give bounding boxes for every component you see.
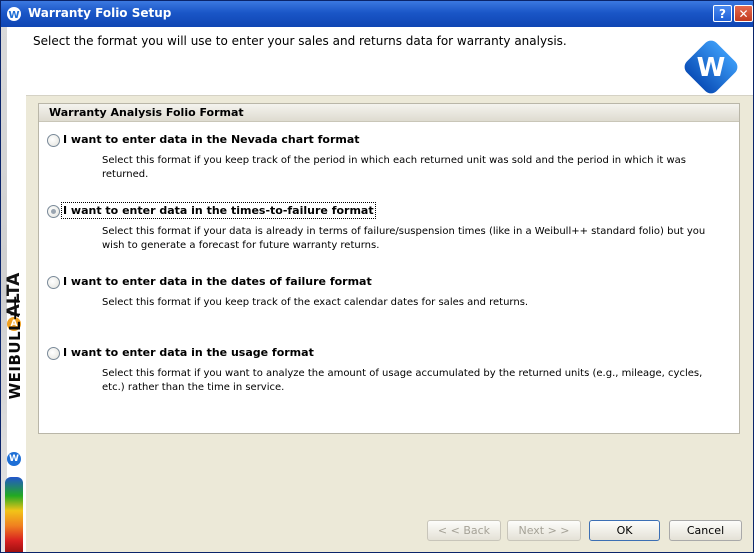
option-label[interactable]: I want to enter data in the times-to-fai… xyxy=(61,202,376,219)
ok-button[interactable]: OK xyxy=(589,520,660,541)
title-bar[interactable]: W Warranty Folio Setup ? ✕ xyxy=(1,1,753,27)
radio-usage[interactable] xyxy=(47,347,60,360)
app-icon: W xyxy=(7,7,21,21)
option-label[interactable]: I want to enter data in the Nevada chart… xyxy=(63,133,360,146)
option-label[interactable]: I want to enter data in the dates of fai… xyxy=(63,275,372,288)
cancel-button[interactable]: Cancel xyxy=(669,520,742,541)
dialog-body: Warranty Analysis Folio Format I want to… xyxy=(26,96,753,552)
logo-letter: W xyxy=(697,53,726,83)
close-button[interactable]: ✕ xyxy=(734,5,753,22)
radio-nevada-chart[interactable] xyxy=(47,134,60,147)
warranty-folio-setup-dialog: W Warranty Folio Setup ? ✕ ALTA A WEIBUL… xyxy=(0,0,754,553)
radio-dates-of-failure[interactable] xyxy=(47,276,60,289)
instruction-text: Select the format you will use to enter … xyxy=(33,34,567,48)
weibull-brand-text: WEIBULL++ xyxy=(6,294,24,400)
dialog-header: Select the format you will use to enter … xyxy=(26,27,753,96)
window-title: Warranty Folio Setup xyxy=(28,6,172,20)
format-groupbox: Warranty Analysis Folio Format I want to… xyxy=(38,103,740,434)
group-header: Warranty Analysis Folio Format xyxy=(39,104,739,122)
back-button[interactable]: < < Back xyxy=(427,520,501,541)
radio-times-to-failure[interactable] xyxy=(47,205,60,218)
svg-text:W: W xyxy=(8,10,19,21)
option-description: Select this format if you want to analyz… xyxy=(102,368,703,393)
weibull-logo-icon-large: W xyxy=(684,40,738,94)
next-button[interactable]: Next > > xyxy=(507,520,581,541)
option-description: Select this format if your data is alrea… xyxy=(102,226,706,251)
weibull-logo-icon: W xyxy=(7,452,21,466)
option-description: Select this format if you keep track of … xyxy=(102,297,529,308)
option-description: Select this format if you keep track of … xyxy=(102,155,687,180)
help-button[interactable]: ? xyxy=(713,5,732,22)
option-label[interactable]: I want to enter data in the usage format xyxy=(63,346,314,359)
group-title: Warranty Analysis Folio Format xyxy=(49,106,244,119)
color-flame-graphic xyxy=(5,477,23,552)
brand-sidebar: ALTA A WEIBULL++ W xyxy=(1,27,26,552)
